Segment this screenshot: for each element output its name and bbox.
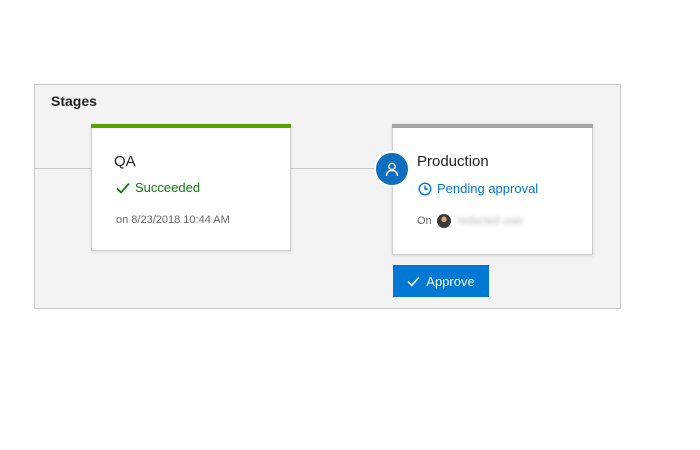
- checkmark-icon: [116, 182, 130, 194]
- stage-card-production[interactable]: Production Pending approval On redacted …: [392, 124, 593, 255]
- approve-button[interactable]: Approve: [393, 265, 489, 297]
- approve-button-label: Approve: [426, 273, 475, 289]
- clock-icon: [418, 181, 432, 196]
- stage-approver-row: On redacted user: [417, 214, 524, 228]
- pipeline-connector-middle: [290, 168, 376, 169]
- stage-status-bar: [392, 124, 593, 128]
- stages-title: Stages: [51, 93, 97, 109]
- avatar: [436, 214, 451, 228]
- approver-person-icon[interactable]: [374, 151, 410, 187]
- stage-completed-time: on 8/23/2018 10:44 AM: [116, 214, 230, 226]
- stage-status[interactable]: Pending approval: [418, 181, 538, 196]
- person-icon: [385, 162, 399, 177]
- stage-completed-time-text: on 8/23/2018 10:44 AM: [116, 214, 230, 226]
- checkmark-icon: [407, 276, 420, 286]
- stage-status-text: Succeeded: [135, 180, 201, 195]
- stage-approver-prefix: On: [417, 215, 432, 227]
- stage-name: QA: [114, 153, 136, 170]
- stage-status-bar: [91, 124, 291, 128]
- stage-name: Production: [417, 153, 489, 170]
- stage-status-text: Pending approval: [437, 181, 539, 196]
- pipeline-connector-left: [35, 168, 92, 169]
- approver-name: redacted user: [456, 215, 524, 227]
- stage-status: Succeeded: [116, 180, 200, 195]
- stage-card-qa[interactable]: QA Succeeded on 8/23/2018 10:44 AM: [91, 124, 291, 251]
